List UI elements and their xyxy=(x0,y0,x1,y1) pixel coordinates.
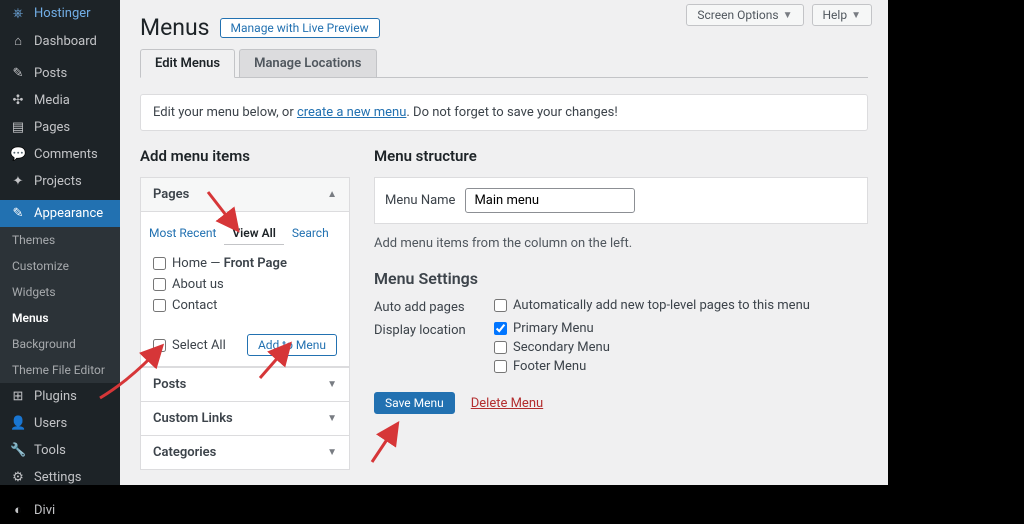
acc-posts: Posts▼ xyxy=(140,367,350,402)
create-new-menu-link[interactable]: create a new menu xyxy=(297,105,406,120)
sidebar-item-label: Appearance xyxy=(34,206,103,221)
menu-name-input[interactable] xyxy=(465,188,635,213)
live-preview-button[interactable]: Manage with Live Preview xyxy=(220,18,380,38)
screen-options-button[interactable]: Screen Options ▼ xyxy=(686,4,803,26)
acc-pages: Pages▲ Most Recent View All Search Home … xyxy=(140,177,350,367)
sidebar-sub-background[interactable]: Background xyxy=(0,331,120,357)
delete-menu-link[interactable]: Delete Menu xyxy=(471,396,543,411)
sidebar-sub-customize[interactable]: Customize xyxy=(0,253,120,279)
page-home[interactable]: Home — Front Page xyxy=(153,253,337,274)
appearance-icon: ✎ xyxy=(10,206,26,221)
select-all-checkbox[interactable] xyxy=(153,339,166,352)
sidebar-sub-themes[interactable]: Themes xyxy=(0,227,120,253)
sidebar-item-label: Posts xyxy=(34,66,67,81)
pages-icon: ▤ xyxy=(10,120,26,135)
loc-secondary-checkbox[interactable] xyxy=(494,341,507,354)
sidebar-item-label: Tools xyxy=(34,443,66,458)
auto-add-label: Auto add pages xyxy=(374,298,474,315)
save-menu-button[interactable]: Save Menu xyxy=(374,392,455,414)
sidebar-item-label: Plugins xyxy=(34,389,77,404)
sidebar-item-label: Users xyxy=(34,416,67,431)
page-contact[interactable]: Contact xyxy=(153,295,337,316)
sidebar-item-divi[interactable]: ◐ Divi xyxy=(0,496,120,524)
loc-primary-checkbox[interactable] xyxy=(494,322,507,335)
sidebar-item-dashboard[interactable]: ⌂ Dashboard xyxy=(0,27,120,55)
settings-icon: ⚙ xyxy=(10,470,26,485)
chevron-down-icon: ▼ xyxy=(327,413,337,424)
sidebar-item-settings[interactable]: ⚙ Settings xyxy=(0,464,120,491)
projects-icon: ✦ xyxy=(10,174,26,189)
menu-name-label: Menu Name xyxy=(385,193,455,208)
sidebar-item-users[interactable]: 👤 Users xyxy=(0,410,120,437)
sidebar-item-label: Media xyxy=(34,93,70,108)
add-to-menu-button[interactable]: Add to Menu xyxy=(247,334,337,356)
media-icon: ✣ xyxy=(10,93,26,108)
sidebar-item-label: Pages xyxy=(34,120,70,135)
chevron-down-icon: ▼ xyxy=(327,379,337,390)
menu-settings-heading: Menu Settings xyxy=(374,269,868,288)
users-icon: 👤 xyxy=(10,416,26,431)
acc-categories-header[interactable]: Categories▼ xyxy=(141,436,349,469)
pages-tab-viewall[interactable]: View All xyxy=(224,222,283,245)
sidebar-sub-menus[interactable]: Menus xyxy=(0,305,120,331)
sidebar-item-label: Dashboard xyxy=(34,34,97,49)
loc-footer[interactable]: Footer Menu xyxy=(494,359,610,374)
loc-footer-checkbox[interactable] xyxy=(494,360,507,373)
tab-edit-menus[interactable]: Edit Menus xyxy=(140,49,235,78)
acc-categories: Categories▼ xyxy=(140,436,350,470)
pages-tab-search[interactable]: Search xyxy=(284,222,337,245)
help-button[interactable]: Help ▼ xyxy=(812,4,873,26)
chevron-down-icon: ▼ xyxy=(327,447,337,458)
dashboard-icon: ⌂ xyxy=(10,33,26,49)
page-about[interactable]: About us xyxy=(153,274,337,295)
sidebar-item-label: Comments xyxy=(34,147,98,162)
sidebar-item-appearance[interactable]: ✎ Appearance xyxy=(0,200,120,227)
page-contact-checkbox[interactable] xyxy=(153,299,166,312)
hostinger-icon: ⎈ xyxy=(10,6,26,21)
tools-icon: 🔧 xyxy=(10,443,26,458)
auto-add-checkbox[interactable] xyxy=(494,299,507,312)
structure-description: Add menu items from the column on the le… xyxy=(374,236,868,251)
sidebar-item-label: Projects xyxy=(34,174,82,189)
sidebar-item-label: Divi xyxy=(34,503,55,518)
tab-manage-locations[interactable]: Manage Locations xyxy=(239,49,376,77)
page-about-checkbox[interactable] xyxy=(153,278,166,291)
page-home-checkbox[interactable] xyxy=(153,257,166,270)
sidebar-item-media[interactable]: ✣ Media xyxy=(0,87,120,114)
select-all-row[interactable]: Select All xyxy=(153,335,226,356)
info-notice: Edit your menu below, or create a new me… xyxy=(140,94,868,131)
sidebar-item-comments[interactable]: 💬 Comments xyxy=(0,141,120,168)
add-menu-items-heading: Add menu items xyxy=(140,147,350,165)
chevron-up-icon: ▲ xyxy=(327,189,337,200)
pages-tab-recent[interactable]: Most Recent xyxy=(141,222,224,245)
sidebar-sub-theme-file-editor[interactable]: Theme File Editor xyxy=(0,357,120,383)
content-area: Screen Options ▼ Help ▼ Menus Manage wit… xyxy=(120,0,888,485)
acc-custom-links: Custom Links▼ xyxy=(140,402,350,436)
loc-secondary[interactable]: Secondary Menu xyxy=(494,340,610,355)
sidebar-sub-widgets[interactable]: Widgets xyxy=(0,279,120,305)
menu-structure-heading: Menu structure xyxy=(374,147,868,165)
posts-icon: ✎ xyxy=(10,66,26,81)
loc-primary[interactable]: Primary Menu xyxy=(494,321,610,336)
sidebar-item-plugins[interactable]: ⊞ Plugins xyxy=(0,383,120,410)
plugins-icon: ⊞ xyxy=(10,389,26,404)
sidebar-item-label: Settings xyxy=(34,470,81,485)
auto-add-option[interactable]: Automatically add new top-level pages to… xyxy=(494,298,810,313)
acc-posts-header[interactable]: Posts▼ xyxy=(141,368,349,401)
comments-icon: 💬 xyxy=(10,147,26,162)
divi-icon: ◐ xyxy=(10,502,26,518)
sidebar-item-posts[interactable]: ✎ Posts xyxy=(0,60,120,87)
acc-pages-header[interactable]: Pages▲ xyxy=(141,178,349,212)
admin-sidebar: ⎈ Hostinger ⌂ Dashboard ✎ Posts ✣ Media ▤ Pages 💬 C… xyxy=(0,0,120,485)
sidebar-item-pages[interactable]: ▤ Pages xyxy=(0,114,120,141)
page-title: Menus xyxy=(140,14,210,41)
sidebar-item-projects[interactable]: ✦ Projects xyxy=(0,168,120,195)
sidebar-item-label: Hostinger xyxy=(34,6,91,21)
sidebar-item-hostinger[interactable]: ⎈ Hostinger xyxy=(0,0,120,27)
display-location-label: Display location xyxy=(374,321,474,338)
sidebar-item-tools[interactable]: 🔧 Tools xyxy=(0,437,120,464)
acc-custom-links-header[interactable]: Custom Links▼ xyxy=(141,402,349,435)
